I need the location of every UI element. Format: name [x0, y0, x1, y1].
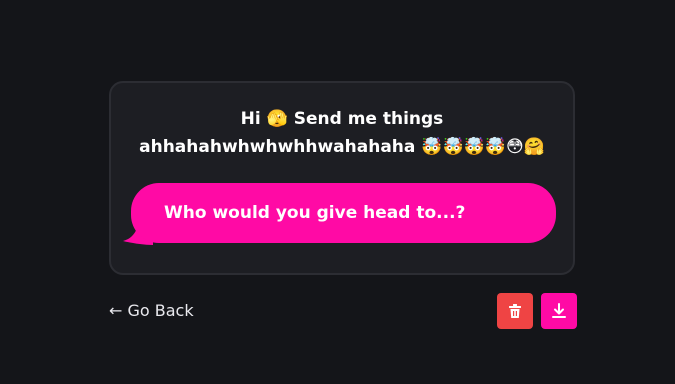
prompt-line-1: Hi 🫣 Send me things	[240, 109, 444, 129]
prompt-text: Hi 🫣 Send me things ahhahahwhwhwhhwahaha…	[111, 105, 573, 161]
message-text: Who would you give head to...?	[164, 203, 466, 223]
download-button[interactable]	[541, 293, 577, 329]
trash-icon	[509, 304, 521, 318]
delete-button[interactable]	[497, 293, 533, 329]
message-bubble: Who would you give head to...?	[131, 183, 556, 243]
message-card: Hi 🫣 Send me things ahhahahwhwhwhhwahaha…	[109, 81, 575, 275]
go-back-link[interactable]: ← Go Back	[109, 300, 194, 322]
download-icon	[552, 303, 566, 318]
page: Hi 🫣 Send me things ahhahahwhwhwhhwahaha…	[0, 0, 675, 384]
prompt-line-2: ahhahahwhwhwhhwahahaha 🤯🤯🤯🤯😳🤗	[139, 137, 545, 157]
